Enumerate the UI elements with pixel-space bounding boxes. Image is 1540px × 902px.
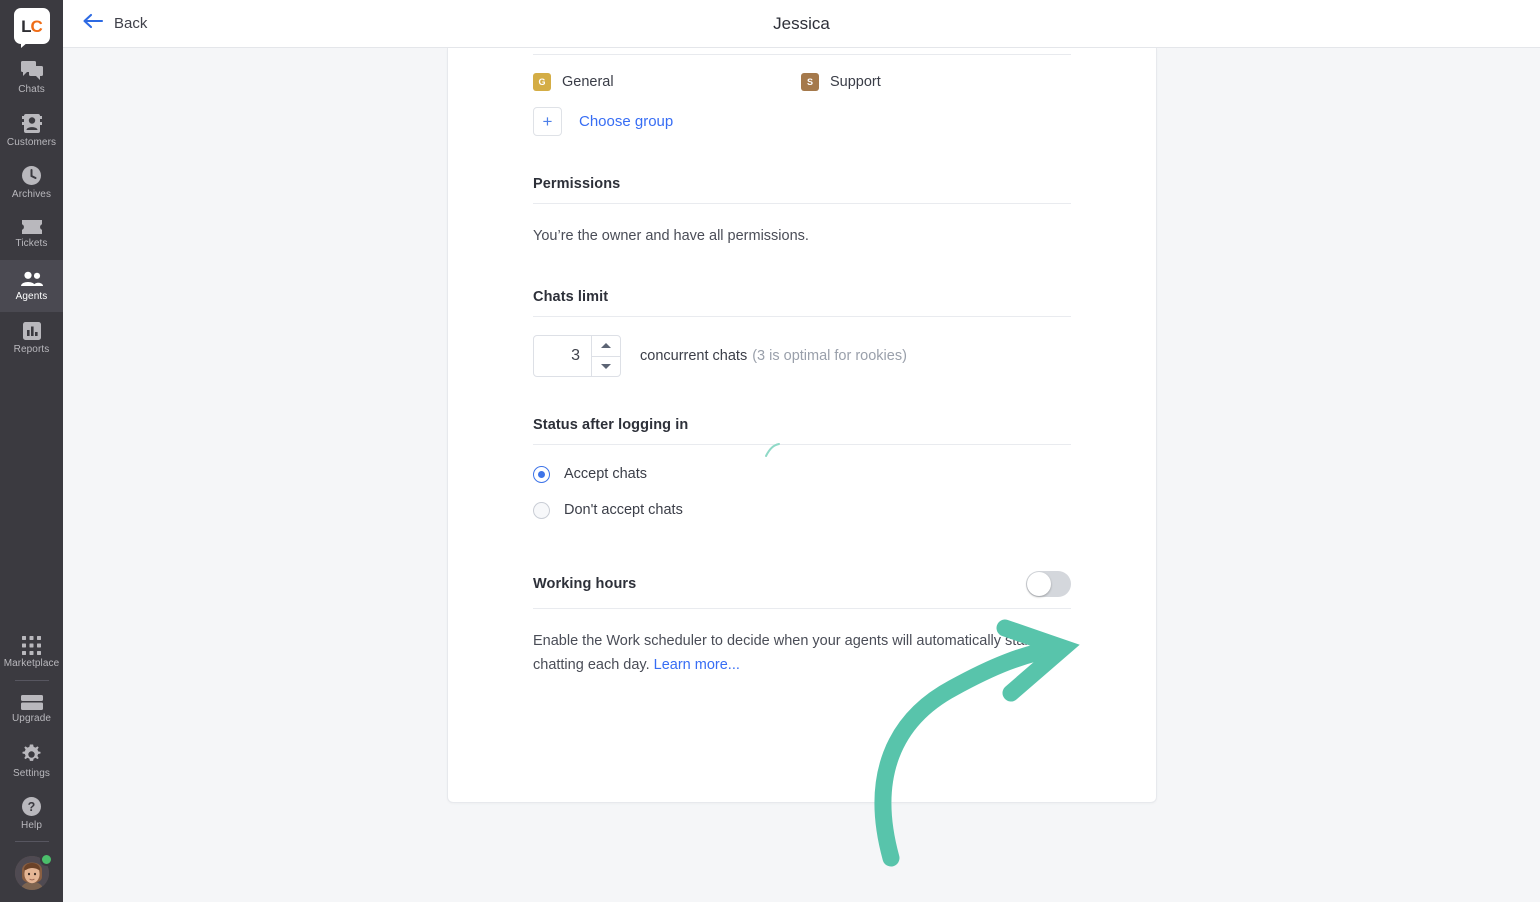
app-root: LC Chats Customers Archives Tickets Agen… bbox=[0, 0, 1540, 902]
chats-limit-section: Chats limit 3 concurrent chats (3 is opt… bbox=[533, 289, 1071, 377]
section-title: Permissions bbox=[533, 176, 621, 192]
archives-icon bbox=[21, 165, 42, 186]
sidebar-divider-bottom bbox=[14, 841, 49, 842]
sidebar-item-marketplace[interactable]: Marketplace bbox=[0, 626, 63, 678]
back-button-label: Back bbox=[114, 15, 148, 32]
tickets-icon bbox=[21, 219, 43, 235]
sidebar-item-label: Archives bbox=[11, 188, 52, 200]
radio-button-selected[interactable] bbox=[533, 465, 550, 483]
working-hours-toggle[interactable] bbox=[1026, 570, 1071, 597]
top-bar: Back Jessica bbox=[63, 0, 1540, 48]
sidebar-item-agents[interactable]: Agents bbox=[0, 260, 63, 312]
chats-limit-header: Chats limit bbox=[533, 289, 1071, 317]
permissions-section: Permissions You’re the owner and have al… bbox=[533, 176, 1071, 249]
svg-text:?: ? bbox=[28, 800, 36, 814]
status-after-login-header: Status after logging in bbox=[533, 417, 1071, 445]
sidebar-item-label: Help bbox=[21, 819, 42, 831]
working-hours-body: Enable the Work scheduler to decide when… bbox=[533, 609, 1071, 678]
add-group-button[interactable]: + bbox=[533, 107, 562, 136]
sidebar-item-label: Agents bbox=[15, 290, 48, 302]
chats-icon bbox=[20, 61, 43, 81]
livechat-logo[interactable]: LC bbox=[13, 8, 50, 48]
plus-icon: + bbox=[542, 112, 553, 131]
working-hours-description: Enable the Work scheduler to decide when… bbox=[533, 630, 1071, 678]
chats-limit-unit: concurrent chats bbox=[640, 347, 748, 364]
stepper-decrement-button[interactable] bbox=[592, 355, 620, 376]
chats-limit-hint: (3 is optimal for rookies) bbox=[752, 347, 907, 364]
main-area: Back Jessica G General S Support + Choos… bbox=[63, 0, 1540, 902]
sidebar-item-reports[interactable]: Reports bbox=[0, 312, 63, 364]
reports-icon bbox=[22, 321, 42, 341]
status-badge bbox=[40, 853, 53, 866]
left-sidebar: LC Chats Customers Archives Tickets Agen… bbox=[0, 0, 63, 902]
group-initial-badge: G bbox=[533, 73, 551, 91]
stepper-arrows bbox=[591, 335, 620, 376]
chats-limit-caption: concurrent chats (3 is optimal for rookie… bbox=[640, 347, 907, 365]
sidebar-item-archives[interactable]: Archives bbox=[0, 156, 63, 208]
avatar[interactable] bbox=[0, 844, 63, 902]
upgrade-icon bbox=[20, 694, 43, 710]
chats-limit-value[interactable]: 3 bbox=[534, 336, 591, 376]
page-title: Jessica bbox=[773, 13, 830, 33]
permissions-text: You’re the owner and have all permission… bbox=[533, 228, 809, 244]
marketplace-icon bbox=[22, 635, 41, 655]
sidebar-item-label: Chats bbox=[18, 84, 45, 95]
radio-label: Don't accept chats bbox=[564, 502, 683, 519]
content-scroll-area: G General S Support + Choose group Permi… bbox=[63, 48, 1540, 902]
customers-icon bbox=[21, 113, 42, 134]
radio-label: Accept chats bbox=[564, 466, 648, 483]
sidebar-item-label: Settings bbox=[13, 767, 50, 779]
radio-accept-chats[interactable]: Accept chats bbox=[533, 465, 1071, 483]
section-divider-top bbox=[533, 54, 1071, 55]
group-label: Support bbox=[830, 74, 881, 90]
working-hours-description-text: Enable the Work scheduler to decide when… bbox=[533, 632, 1034, 673]
group-initial-badge: S bbox=[801, 73, 819, 91]
sidebar-item-customers[interactable]: Customers bbox=[0, 104, 63, 156]
permissions-body: You’re the owner and have all permission… bbox=[533, 204, 1071, 249]
radio-dont-accept-chats[interactable]: Don't accept chats bbox=[533, 501, 1071, 519]
sidebar-item-label: Customers bbox=[6, 136, 57, 148]
radio-button[interactable] bbox=[533, 501, 550, 519]
chevron-down-icon bbox=[601, 363, 611, 369]
chats-limit-row: 3 concurrent chats (3 is optimal for rook… bbox=[533, 317, 1071, 377]
gear-icon bbox=[21, 744, 42, 765]
status-after-login-body: Accept chats Don't accept chats bbox=[533, 445, 1071, 519]
quantity-stepper[interactable]: 3 bbox=[533, 334, 621, 377]
sidebar-divider bbox=[14, 680, 49, 681]
choose-group-link[interactable]: Choose group bbox=[579, 113, 673, 130]
agent-settings-card: G General S Support + Choose group Permi… bbox=[447, 48, 1157, 803]
sidebar-item-chats[interactable]: Chats bbox=[0, 52, 63, 104]
permissions-header: Permissions bbox=[533, 176, 1071, 204]
sidebar-item-tickets[interactable]: Tickets bbox=[0, 208, 63, 260]
arrow-left-icon bbox=[82, 13, 104, 34]
logo-text-right: C bbox=[30, 16, 43, 36]
help-icon: ? bbox=[21, 796, 42, 817]
sidebar-item-label: Upgrade bbox=[11, 712, 52, 724]
sidebar-item-settings[interactable]: Settings bbox=[0, 735, 63, 787]
sidebar-item-label: Reports bbox=[13, 344, 50, 355]
choose-group-row: + Choose group bbox=[533, 107, 1071, 136]
section-title: Chats limit bbox=[533, 288, 609, 305]
sidebar-item-label: Marketplace bbox=[3, 657, 60, 669]
toggle-knob bbox=[1027, 571, 1051, 596]
working-hours-section: Working hours Enable the Work scheduler … bbox=[533, 570, 1071, 678]
group-label: General bbox=[562, 74, 614, 90]
agents-icon bbox=[20, 271, 44, 288]
logo-text-left: L bbox=[21, 16, 31, 36]
sidebar-item-upgrade[interactable]: Upgrade bbox=[0, 683, 63, 735]
chevron-up-icon bbox=[601, 343, 611, 349]
sidebar-item-help[interactable]: ? Help bbox=[0, 787, 63, 839]
section-title: Status after logging in bbox=[533, 416, 689, 433]
learn-more-link[interactable]: Learn more... bbox=[654, 657, 740, 673]
status-after-login-section: Status after logging in Accept chats Don… bbox=[533, 417, 1071, 519]
back-button[interactable]: Back bbox=[82, 13, 147, 34]
group-chip-general[interactable]: G General bbox=[533, 73, 801, 91]
sidebar-item-label: Tickets bbox=[15, 238, 48, 249]
section-title: Working hours bbox=[533, 575, 637, 592]
group-chip-support[interactable]: S Support bbox=[801, 73, 1069, 91]
stepper-increment-button[interactable] bbox=[592, 336, 620, 356]
working-hours-header: Working hours bbox=[533, 570, 1071, 609]
